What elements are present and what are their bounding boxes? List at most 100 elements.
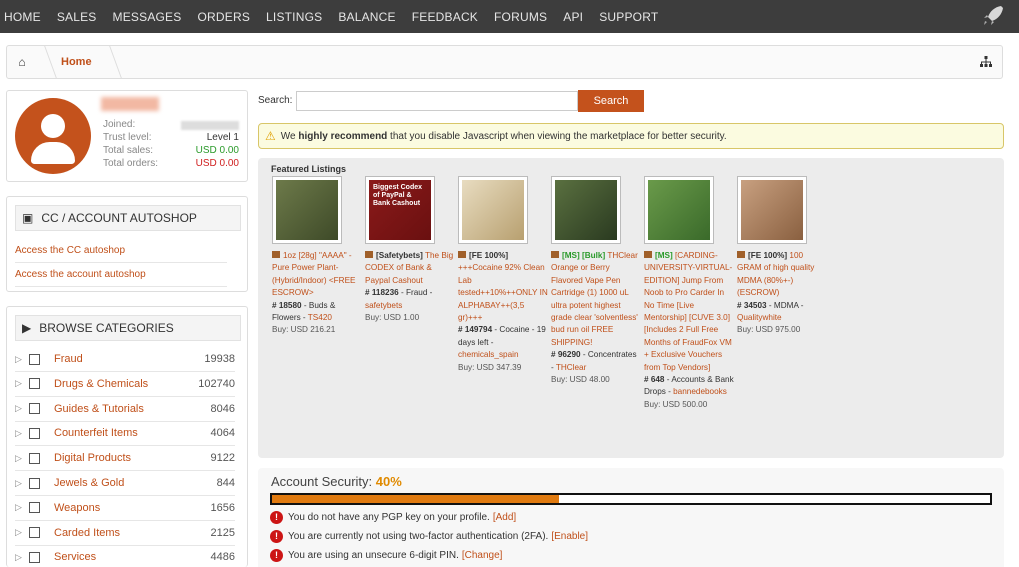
listing-tag: [FE 100%] bbox=[748, 251, 788, 260]
featured-listing[interactable]: 1oz [28g] "AAAA" -Pure Power Plant- (Hyb… bbox=[272, 176, 362, 337]
profile-joined: Joined: bbox=[103, 119, 243, 132]
nav-sales[interactable]: SALES bbox=[57, 10, 109, 24]
category-count: 4486 bbox=[210, 551, 235, 564]
listing-thumbnail[interactable] bbox=[644, 176, 714, 244]
error-icon: ! bbox=[270, 549, 283, 562]
category-name[interactable]: Carded Items bbox=[54, 527, 211, 539]
category-checkbox[interactable] bbox=[29, 403, 40, 415]
nav-support[interactable]: SUPPORT bbox=[599, 10, 670, 24]
nav-api[interactable]: API bbox=[563, 10, 595, 24]
category-row[interactable]: ▷ Services 4486 bbox=[15, 545, 235, 567]
listing-vendor-link[interactable]: bannedebooks bbox=[673, 387, 727, 396]
security-issue-action[interactable]: [Change] bbox=[462, 550, 503, 561]
security-issue-action[interactable]: [Enable] bbox=[551, 531, 588, 542]
expand-arrow-icon[interactable]: ▷ bbox=[15, 403, 27, 414]
nav-orders[interactable]: ORDERS bbox=[197, 10, 262, 24]
category-checkbox[interactable] bbox=[29, 551, 40, 563]
listing-id: # 34503 bbox=[737, 300, 767, 310]
expand-arrow-icon[interactable]: ▷ bbox=[15, 478, 27, 489]
listing-title-link[interactable]: 1oz [28g] "AAAA" -Pure Power Plant- (Hyb… bbox=[272, 251, 356, 297]
expand-arrow-icon[interactable]: ▷ bbox=[15, 552, 27, 563]
listing-vendor-link[interactable]: THClear bbox=[556, 363, 586, 372]
nav-home[interactable]: HOME bbox=[4, 10, 53, 24]
rocket-icon[interactable] bbox=[981, 4, 1005, 28]
listing-vendor-link[interactable]: TS420 bbox=[308, 313, 332, 322]
sitemap-icon[interactable] bbox=[980, 56, 992, 68]
category-name[interactable]: Guides & Tutorials bbox=[54, 403, 211, 415]
featured-listing[interactable]: Biggest Codex of PayPal & Bank Cashout [S… bbox=[365, 176, 455, 324]
nav-balance[interactable]: BALANCE bbox=[338, 10, 407, 24]
featured-listing[interactable]: [FE 100%] +++Cocaine 92% Clean Lab teste… bbox=[458, 176, 548, 374]
listing-vendor-link[interactable]: chemicals_spain bbox=[458, 350, 519, 359]
listing-thumbnail[interactable] bbox=[737, 176, 807, 244]
listing-title-link[interactable]: [CARDING-UNIVERSITY-VIRTUAL-EDITION] Jum… bbox=[644, 251, 732, 372]
listing-vendor-link[interactable]: safetybets bbox=[365, 301, 402, 310]
listing-thumbnail[interactable] bbox=[272, 176, 342, 244]
nav-forums[interactable]: FORUMS bbox=[494, 10, 559, 24]
listing-thumbnail[interactable] bbox=[551, 176, 621, 244]
category-row[interactable]: ▷ Counterfeit Items 4064 bbox=[15, 421, 235, 447]
category-name[interactable]: Counterfeit Items bbox=[54, 427, 211, 439]
category-row[interactable]: ▷ Fraud 19938 bbox=[15, 347, 235, 372]
listing-tag: [MS] [Bulk] bbox=[562, 251, 606, 260]
category-name[interactable]: Digital Products bbox=[54, 452, 211, 464]
expand-arrow-icon[interactable]: ▷ bbox=[15, 378, 27, 389]
expand-arrow-icon[interactable]: ▷ bbox=[15, 502, 27, 513]
featured-listing[interactable]: [MS] [Bulk] THClear Orange or Berry Flav… bbox=[551, 176, 641, 386]
category-name[interactable]: Jewels & Gold bbox=[54, 477, 217, 489]
cc-autoshop-link[interactable]: Access the CC autoshop bbox=[15, 239, 227, 263]
nav-feedback[interactable]: FEEDBACK bbox=[412, 10, 490, 24]
listing-category-icon bbox=[551, 251, 559, 258]
category-checkbox[interactable] bbox=[29, 353, 40, 365]
nav-messages[interactable]: MESSAGES bbox=[113, 10, 194, 24]
category-checkbox[interactable] bbox=[29, 452, 40, 464]
expand-arrow-icon[interactable]: ▷ bbox=[15, 428, 27, 439]
home-icon[interactable]: ⌂ bbox=[7, 55, 37, 69]
category-checkbox[interactable] bbox=[29, 502, 40, 514]
breadcrumb-home[interactable]: Home bbox=[61, 56, 92, 68]
javascript-warning: ⚠ We highly recommend that you disable J… bbox=[258, 123, 1004, 149]
listing-category: - Fraud - bbox=[398, 288, 433, 298]
profile-panel: Joined: Trust level: Level 1 Total sales… bbox=[6, 90, 248, 182]
category-checkbox[interactable] bbox=[29, 477, 40, 489]
category-row[interactable]: ▷ Drugs & Chemicals 102740 bbox=[15, 372, 235, 397]
security-issue-text: You are using an unsecure 6-digit PIN. bbox=[288, 550, 459, 561]
expand-arrow-icon[interactable]: ▷ bbox=[15, 453, 27, 464]
featured-listings: Featured Listings 1oz [28g] "AAAA" -Pure… bbox=[258, 158, 1004, 458]
expand-arrow-icon[interactable]: ▷ bbox=[15, 527, 27, 538]
category-row[interactable]: ▷ Digital Products 9122 bbox=[15, 446, 235, 472]
category-count: 2125 bbox=[210, 526, 235, 539]
listing-tag: [FE 100%] bbox=[469, 251, 509, 260]
search-input[interactable] bbox=[296, 91, 578, 111]
category-row[interactable]: ▷ Carded Items 2125 bbox=[15, 521, 235, 546]
category-checkbox[interactable] bbox=[29, 427, 40, 439]
category-name[interactable]: Drugs & Chemicals bbox=[54, 378, 198, 390]
category-name[interactable]: Services bbox=[54, 551, 211, 563]
listing-vendor-link[interactable]: Qualitywhite bbox=[737, 313, 782, 322]
security-progress-bar bbox=[270, 493, 992, 505]
listing-price: Buy: USD 48.00 bbox=[551, 375, 610, 385]
category-row[interactable]: ▷ Guides & Tutorials 8046 bbox=[15, 397, 235, 422]
listing-title-link[interactable]: THClear Orange or Berry Flavored Vape Pe… bbox=[551, 251, 638, 347]
search-button[interactable]: Search bbox=[578, 90, 644, 112]
category-count: 844 bbox=[216, 477, 235, 489]
category-name[interactable]: Fraud bbox=[54, 353, 204, 365]
listing-title-link[interactable]: +++Cocaine 92% Clean Lab tested++10%++ON… bbox=[458, 263, 548, 322]
expand-arrow-icon[interactable]: ▷ bbox=[15, 354, 27, 365]
top-navigation: HOME SALES MESSAGES ORDERS LISTINGS BALA… bbox=[0, 0, 1019, 33]
category-row[interactable]: ▷ Jewels & Gold 844 bbox=[15, 471, 235, 496]
nav-listings[interactable]: LISTINGS bbox=[266, 10, 334, 24]
category-name[interactable]: Weapons bbox=[54, 502, 211, 514]
featured-listing[interactable]: [FE 100%] 100 GRAM of high quality MDMA … bbox=[737, 176, 827, 337]
listing-thumbnail[interactable] bbox=[458, 176, 528, 244]
listing-thumbnail[interactable]: Biggest Codex of PayPal & Bank Cashout bbox=[365, 176, 435, 244]
category-checkbox[interactable] bbox=[29, 527, 40, 539]
security-issue-text: You are currently not using two-factor a… bbox=[288, 531, 549, 542]
category-checkbox[interactable] bbox=[29, 378, 40, 390]
security-issue: ! You are currently not using two-factor … bbox=[270, 530, 588, 543]
security-issue-action[interactable]: [Add] bbox=[493, 512, 516, 523]
category-row[interactable]: ▷ Weapons 1656 bbox=[15, 496, 235, 521]
listing-id: # 18580 bbox=[272, 300, 302, 310]
account-autoshop-link[interactable]: Access the account autoshop bbox=[15, 263, 227, 287]
featured-listing[interactable]: [MS] [CARDING-UNIVERSITY-VIRTUAL-EDITION… bbox=[644, 176, 734, 411]
